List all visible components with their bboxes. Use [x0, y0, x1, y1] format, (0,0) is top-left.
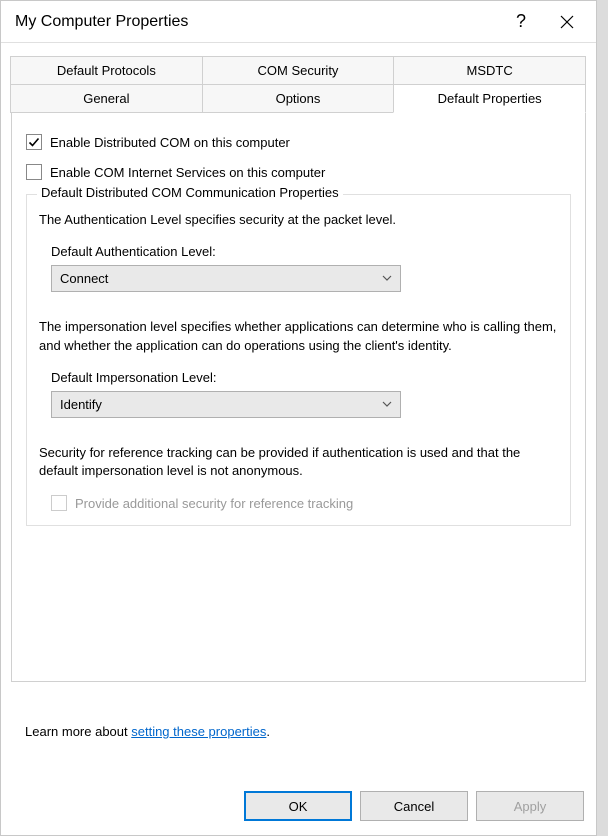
cancel-button[interactable]: Cancel	[360, 791, 468, 821]
enable-dcom-checkbox[interactable]: Enable Distributed COM on this computer	[26, 134, 571, 150]
imp-level-label: Default Impersonation Level:	[47, 370, 550, 385]
auth-level-block: Default Authentication Level: Connect	[39, 244, 558, 304]
ref-tracking-checkbox: Provide additional security for referenc…	[39, 495, 558, 511]
chevron-down-icon	[382, 275, 392, 281]
learn-more-suffix: .	[266, 724, 270, 739]
learn-more-prefix: Learn more about	[25, 724, 131, 739]
apply-button: Apply	[476, 791, 584, 821]
close-icon	[560, 15, 574, 29]
enable-dcom-label: Enable Distributed COM on this computer	[50, 135, 290, 150]
titlebar: My Computer Properties ?	[1, 1, 596, 43]
imp-level-value: Identify	[60, 397, 102, 412]
tab-com-security[interactable]: COM Security	[202, 56, 395, 85]
auth-level-label: Default Authentication Level:	[47, 244, 550, 259]
tab-default-properties[interactable]: Default Properties	[393, 84, 586, 113]
tab-strip: Default Protocols COM Security MSDTC Gen…	[11, 57, 586, 113]
tab-general[interactable]: General	[10, 84, 203, 113]
checkbox-icon	[51, 495, 67, 511]
tab-default-protocols[interactable]: Default Protocols	[10, 56, 203, 85]
auth-level-value: Connect	[60, 271, 108, 286]
auth-level-dropdown[interactable]: Connect	[51, 265, 401, 292]
checkbox-icon	[26, 164, 42, 180]
tab-options[interactable]: Options	[202, 84, 395, 113]
tab-panel-default-properties: Enable Distributed COM on this computer …	[11, 112, 586, 682]
imp-level-dropdown[interactable]: Identify	[51, 391, 401, 418]
chevron-down-icon	[382, 401, 392, 407]
enable-internet-checkbox[interactable]: Enable COM Internet Services on this com…	[26, 164, 571, 180]
dialog-button-bar: OK Cancel Apply	[244, 791, 584, 821]
groupbox-title: Default Distributed COM Communication Pr…	[37, 185, 343, 200]
ok-button[interactable]: OK	[244, 791, 352, 821]
imp-level-block: Default Impersonation Level: Identify	[39, 370, 558, 430]
security-ref-description: Security for reference tracking can be p…	[39, 444, 558, 482]
ref-tracking-label: Provide additional security for referenc…	[75, 496, 353, 511]
checkbox-icon	[26, 134, 42, 150]
help-icon: ?	[516, 11, 526, 32]
help-button[interactable]: ?	[498, 2, 544, 42]
dialog-content: Default Protocols COM Security MSDTC Gen…	[1, 43, 596, 682]
tab-msdtc[interactable]: MSDTC	[393, 56, 586, 85]
close-button[interactable]	[544, 2, 590, 42]
auth-level-description: The Authentication Level specifies secur…	[39, 211, 558, 230]
window-title: My Computer Properties	[15, 13, 498, 31]
dcom-comm-groupbox: Default Distributed COM Communication Pr…	[26, 194, 571, 526]
imp-level-description: The impersonation level specifies whethe…	[39, 318, 558, 356]
learn-more-link[interactable]: setting these properties	[131, 724, 266, 739]
properties-dialog: My Computer Properties ? Default Protoco…	[0, 0, 597, 836]
enable-internet-label: Enable COM Internet Services on this com…	[50, 165, 325, 180]
learn-more-text: Learn more about setting these propertie…	[25, 724, 270, 739]
